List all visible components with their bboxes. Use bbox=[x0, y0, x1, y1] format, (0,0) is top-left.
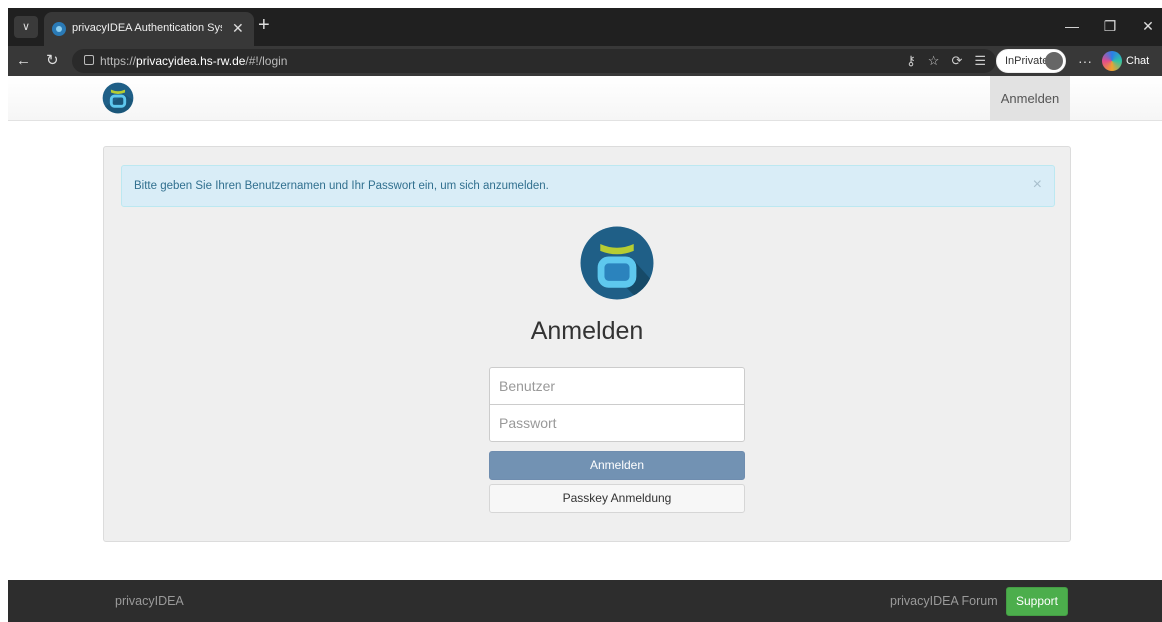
tab-bar: ∨ privacyIDEA Authentication System ✕ + … bbox=[8, 8, 1162, 46]
profile-avatar bbox=[1045, 52, 1063, 70]
copilot-chat-button[interactable]: Chat bbox=[1102, 50, 1149, 72]
favorites-icon[interactable]: ☰ bbox=[974, 53, 986, 69]
chat-label: Chat bbox=[1126, 55, 1150, 67]
url-text[interactable]: https://privacyidea.hs-rw.de/#!/login bbox=[100, 54, 287, 68]
support-button[interactable]: Support bbox=[1006, 587, 1068, 616]
star-icon[interactable]: ☆ bbox=[928, 53, 940, 69]
tab-close-icon[interactable]: ✕ bbox=[232, 19, 244, 37]
back-arrow-icon[interactable]: ← bbox=[16, 52, 31, 70]
new-tab-button[interactable]: + bbox=[258, 14, 270, 36]
close-icon[interactable]: ✕ bbox=[1140, 18, 1156, 35]
browser-tab[interactable]: privacyIDEA Authentication System ✕ bbox=[44, 12, 254, 46]
username-input[interactable] bbox=[489, 367, 745, 405]
login-button[interactable]: Anmelden bbox=[489, 451, 745, 480]
login-panel: Bitte geben Sie Ihren Benutzernamen und … bbox=[103, 146, 1071, 542]
window-controls: — ❐ ✕ bbox=[1064, 14, 1156, 38]
tab-list-icon[interactable]: ∨ bbox=[14, 16, 38, 38]
browser-window: ∨ privacyIDEA Authentication System ✕ + … bbox=[8, 8, 1162, 622]
login-title: Anmelden bbox=[530, 317, 644, 345]
copilot-icon bbox=[1102, 51, 1122, 71]
alert-message: Bitte geben Sie Ihren Benutzernamen und … bbox=[134, 180, 549, 192]
footer: privacyIDEA privacyIDEA Forum Support bbox=[8, 580, 1162, 622]
inprivate-label: InPrivate bbox=[1005, 55, 1049, 67]
forum-link[interactable]: privacyIDEA Forum bbox=[890, 594, 998, 608]
extensions-icon[interactable]: ⟳ bbox=[951, 53, 962, 69]
browser-toolbar: ← ↻ https://privacyidea.hs-rw.de/#!/logi… bbox=[8, 46, 1162, 76]
tab-title: privacyIDEA Authentication System bbox=[72, 22, 222, 34]
web-page: Anmelden Bitte geben Sie Ihren Benutzern… bbox=[8, 76, 1162, 622]
minimize-icon[interactable]: — bbox=[1064, 18, 1080, 34]
address-bar[interactable]: https://privacyidea.hs-rw.de/#!/login ⚷ … bbox=[72, 49, 996, 73]
lock-icon[interactable] bbox=[84, 55, 94, 65]
passkey-login-button[interactable]: Passkey Anmeldung bbox=[489, 484, 745, 513]
footer-brand: privacyIDEA bbox=[115, 594, 184, 608]
key-icon[interactable]: ⚷ bbox=[906, 53, 916, 69]
alert-close-icon[interactable]: × bbox=[1033, 176, 1042, 194]
password-input[interactable] bbox=[489, 404, 745, 442]
more-options-button[interactable]: ··· bbox=[1078, 52, 1092, 70]
privacyidea-logo-large-icon bbox=[580, 226, 654, 300]
privacyidea-logo-icon[interactable] bbox=[102, 82, 134, 114]
address-bar-actions: ⚷ ☆ ⟳ ☰ bbox=[906, 53, 986, 69]
privacyidea-favicon-icon bbox=[52, 22, 66, 36]
navbar-login-link[interactable]: Anmelden bbox=[990, 76, 1070, 121]
info-alert: Bitte geben Sie Ihren Benutzernamen und … bbox=[121, 165, 1055, 207]
restore-icon[interactable]: ❐ bbox=[1102, 18, 1118, 35]
inprivate-badge[interactable]: InPrivate bbox=[996, 49, 1066, 73]
refresh-icon[interactable]: ↻ bbox=[46, 52, 59, 70]
navbar: Anmelden bbox=[8, 76, 1162, 121]
